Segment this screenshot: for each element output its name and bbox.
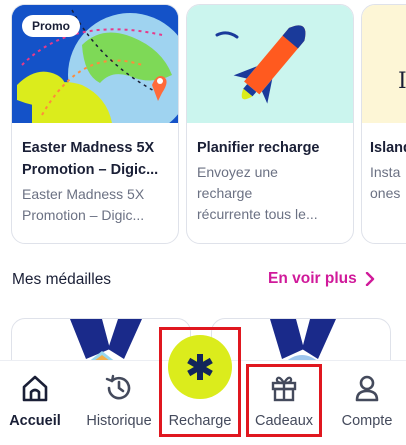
see-more-link[interactable]: En voir plus <box>268 270 375 288</box>
see-more-label: En voir plus <box>268 270 357 287</box>
gift-icon <box>271 376 297 402</box>
card-description: Easter Madness 5X Promotion – Digic... <box>22 186 145 223</box>
nav-item-accueil[interactable]: Accueil <box>0 361 70 445</box>
recharge-fab[interactable] <box>168 335 232 399</box>
island-art-text: Is <box>398 69 406 94</box>
offers-carousel: Promo Easter Madness 5X Promotion – Digi… <box>0 0 406 248</box>
nav-label: Cadeaux <box>254 413 314 429</box>
card-title: Planifier recharge <box>197 140 320 156</box>
history-icon <box>105 374 131 400</box>
promo-badge: Promo <box>22 15 81 37</box>
nav-item-historique[interactable]: Historique <box>79 361 159 445</box>
island-image: Is <box>362 5 406 123</box>
card-description: Envoyez une recharge récurrente tous le.… <box>197 164 318 222</box>
island-card[interactable]: Is Island Insta ones <box>361 4 406 244</box>
chevron-right-icon <box>365 272 374 286</box>
card-title: Island <box>370 140 406 156</box>
promo-card-easter[interactable]: Promo Easter Madness 5X Promotion – Digi… <box>11 4 179 244</box>
medals-section-title: Mes médailles <box>12 271 112 288</box>
nav-label: Compte <box>341 413 393 429</box>
card-title: Easter Madness 5X Promotion – Digic... <box>22 140 159 178</box>
nav-label: Recharge <box>168 413 232 429</box>
nav-label: Accueil <box>9 413 61 429</box>
asterisk-icon <box>187 354 213 380</box>
home-icon <box>22 375 48 402</box>
user-icon <box>355 375 379 402</box>
rocket-image <box>187 5 353 123</box>
card-description: Insta ones <box>370 164 401 201</box>
nav-item-compte[interactable]: Compte <box>333 361 401 445</box>
nav-item-cadeaux[interactable]: Cadeaux <box>248 361 320 445</box>
schedule-recharge-card[interactable]: Planifier recharge Envoyez une recharge … <box>186 4 354 244</box>
nav-label: Historique <box>86 413 152 429</box>
